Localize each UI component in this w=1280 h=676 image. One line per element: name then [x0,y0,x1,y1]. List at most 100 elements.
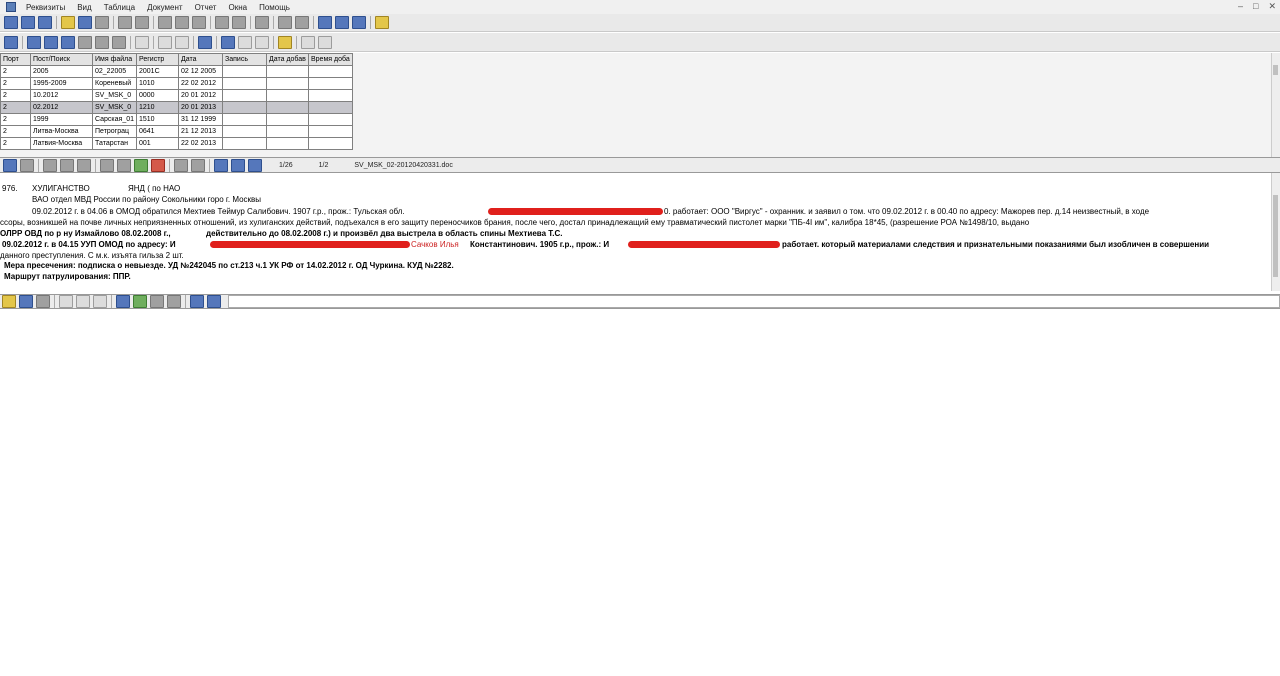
group-icon[interactable] [21,16,35,29]
column-header[interactable]: Время доба [308,53,353,66]
refresh-icon[interactable] [117,158,131,172]
print-preview-icon[interactable] [44,35,58,49]
table-row-selected[interactable]: 2 02.2012 SV_MSK_0 1210 20 01 2013 [0,101,353,114]
column-header[interactable]: Дата [178,53,223,66]
edit-icon[interactable] [175,16,189,29]
attach-icon[interactable] [255,35,269,49]
sort-icon[interactable] [191,158,205,172]
delete-icon[interactable] [158,35,172,49]
warning-icon[interactable] [134,158,148,172]
column-header[interactable]: Дата добав [266,53,309,66]
format-icon[interactable] [167,295,181,308]
users-icon[interactable] [4,16,18,29]
people-folder-icon[interactable] [78,16,92,29]
settings-icon[interactable] [295,16,309,29]
toolbar-separator [296,35,297,49]
table-cell: 1210 [136,101,179,114]
close-icon[interactable]: ✕ [1268,1,1276,12]
table-row[interactable]: 2 Литва-Москва Петрограц 0641 21 12 2013 [0,125,353,138]
column-header[interactable]: Имя файла [92,53,137,66]
link-icon[interactable] [192,16,206,29]
grid-icon[interactable] [135,16,149,29]
move-icon[interactable] [112,35,126,49]
folder-icon[interactable] [61,16,75,29]
column-header[interactable]: Пост/Поиск [30,53,93,66]
menu-item-table[interactable]: Таблица [98,3,141,12]
document-scroll-thumb[interactable] [1273,195,1278,277]
tag-icon[interactable] [301,35,315,49]
table-row[interactable]: 2 10.2012 SV_MSK_0 0000 20 01 2012 [0,89,353,102]
sort-icon[interactable] [135,35,149,49]
document-viewer[interactable]: 976. ХУЛИГАНСТВО ЯНД ( по НАО ВАО отдел … [0,173,1280,291]
list-icon[interactable] [255,16,269,29]
rotate-icon[interactable] [100,158,114,172]
filter-users-icon[interactable] [95,16,109,29]
lock-icon[interactable] [278,35,292,49]
find-icon[interactable] [190,295,204,308]
refresh-icon[interactable] [4,35,18,49]
document-scrollbar[interactable] [1271,173,1280,291]
exit-icon[interactable] [375,16,389,29]
prev-icon[interactable] [20,158,34,172]
open-folder-icon[interactable] [2,295,16,308]
search-icon[interactable] [175,35,189,49]
record-icon[interactable] [61,35,75,49]
arrow-right-icon[interactable] [95,35,109,49]
table-row[interactable]: 2 1995-2009 Кореневый 1010 22 02 2012 [0,77,353,90]
prev-page-icon[interactable] [60,158,74,172]
check-icon[interactable] [158,16,172,29]
underline-icon[interactable] [93,295,107,308]
save-icon[interactable] [221,35,235,49]
grid-scrollbar[interactable] [1271,53,1280,157]
menu-item-view[interactable]: Вид [71,3,97,12]
window-icon[interactable] [318,16,332,29]
table-cell: 10.2012 [30,89,93,102]
table-icon[interactable] [27,35,41,49]
column-header[interactable]: Регистр [136,53,179,66]
columns-icon[interactable] [174,158,188,172]
cascade-icon[interactable] [335,16,349,29]
grid-scroll-thumb[interactable] [1273,65,1278,75]
next-page-icon[interactable] [77,158,91,172]
users-icon[interactable] [248,158,262,172]
font-color-icon[interactable] [150,295,164,308]
people-icon[interactable] [38,16,52,29]
table-row[interactable]: 2 2005 02_22005 2001С 02 12 2005 [0,65,353,78]
italic-icon[interactable] [76,295,90,308]
menu-item-report[interactable]: Отчет [189,3,223,12]
menu-item-document[interactable]: Документ [141,3,189,12]
print-icon[interactable] [118,16,132,29]
table-cell: 2 [0,89,31,102]
column-header[interactable]: Порт [0,53,31,66]
table-row[interactable]: 2 Латвия-Москва Татарстан 001 22 02 2013 [0,137,353,150]
mark-icon[interactable] [78,35,92,49]
align-icon[interactable] [116,295,130,308]
tag-remove-icon[interactable] [318,35,332,49]
editor-input-field[interactable] [228,295,1280,308]
replace-icon[interactable] [207,295,221,308]
window-controls: – □ ✕ [1238,1,1276,12]
mark-icon[interactable] [151,158,165,172]
save-icon[interactable] [3,158,17,172]
highlight-icon[interactable] [133,295,147,308]
print-icon[interactable] [36,295,50,308]
first-page-icon[interactable] [43,158,57,172]
stack-icon[interactable] [215,16,229,29]
document-icon[interactable] [278,16,292,29]
filter-icon[interactable] [198,35,212,49]
table-row[interactable]: 2 1999 Сарская_01 1510 31 12 1999 [0,113,353,126]
bookmark-icon[interactable] [238,35,252,49]
find-icon[interactable] [231,158,245,172]
menu-item-help[interactable]: Помощь [253,3,296,12]
menu-item-requisites[interactable]: Реквизиты [20,3,71,12]
table-cell: 2 [0,101,31,114]
maximize-icon[interactable]: □ [1253,1,1258,12]
save-icon[interactable] [19,295,33,308]
menu-item-windows[interactable]: Окна [222,3,253,12]
tile-icon[interactable] [352,16,366,29]
minimize-icon[interactable]: – [1238,1,1243,12]
bold-icon[interactable] [59,295,73,308]
layers-icon[interactable] [232,16,246,29]
zoom-icon[interactable] [214,158,228,172]
column-header[interactable]: Запись [222,53,267,66]
